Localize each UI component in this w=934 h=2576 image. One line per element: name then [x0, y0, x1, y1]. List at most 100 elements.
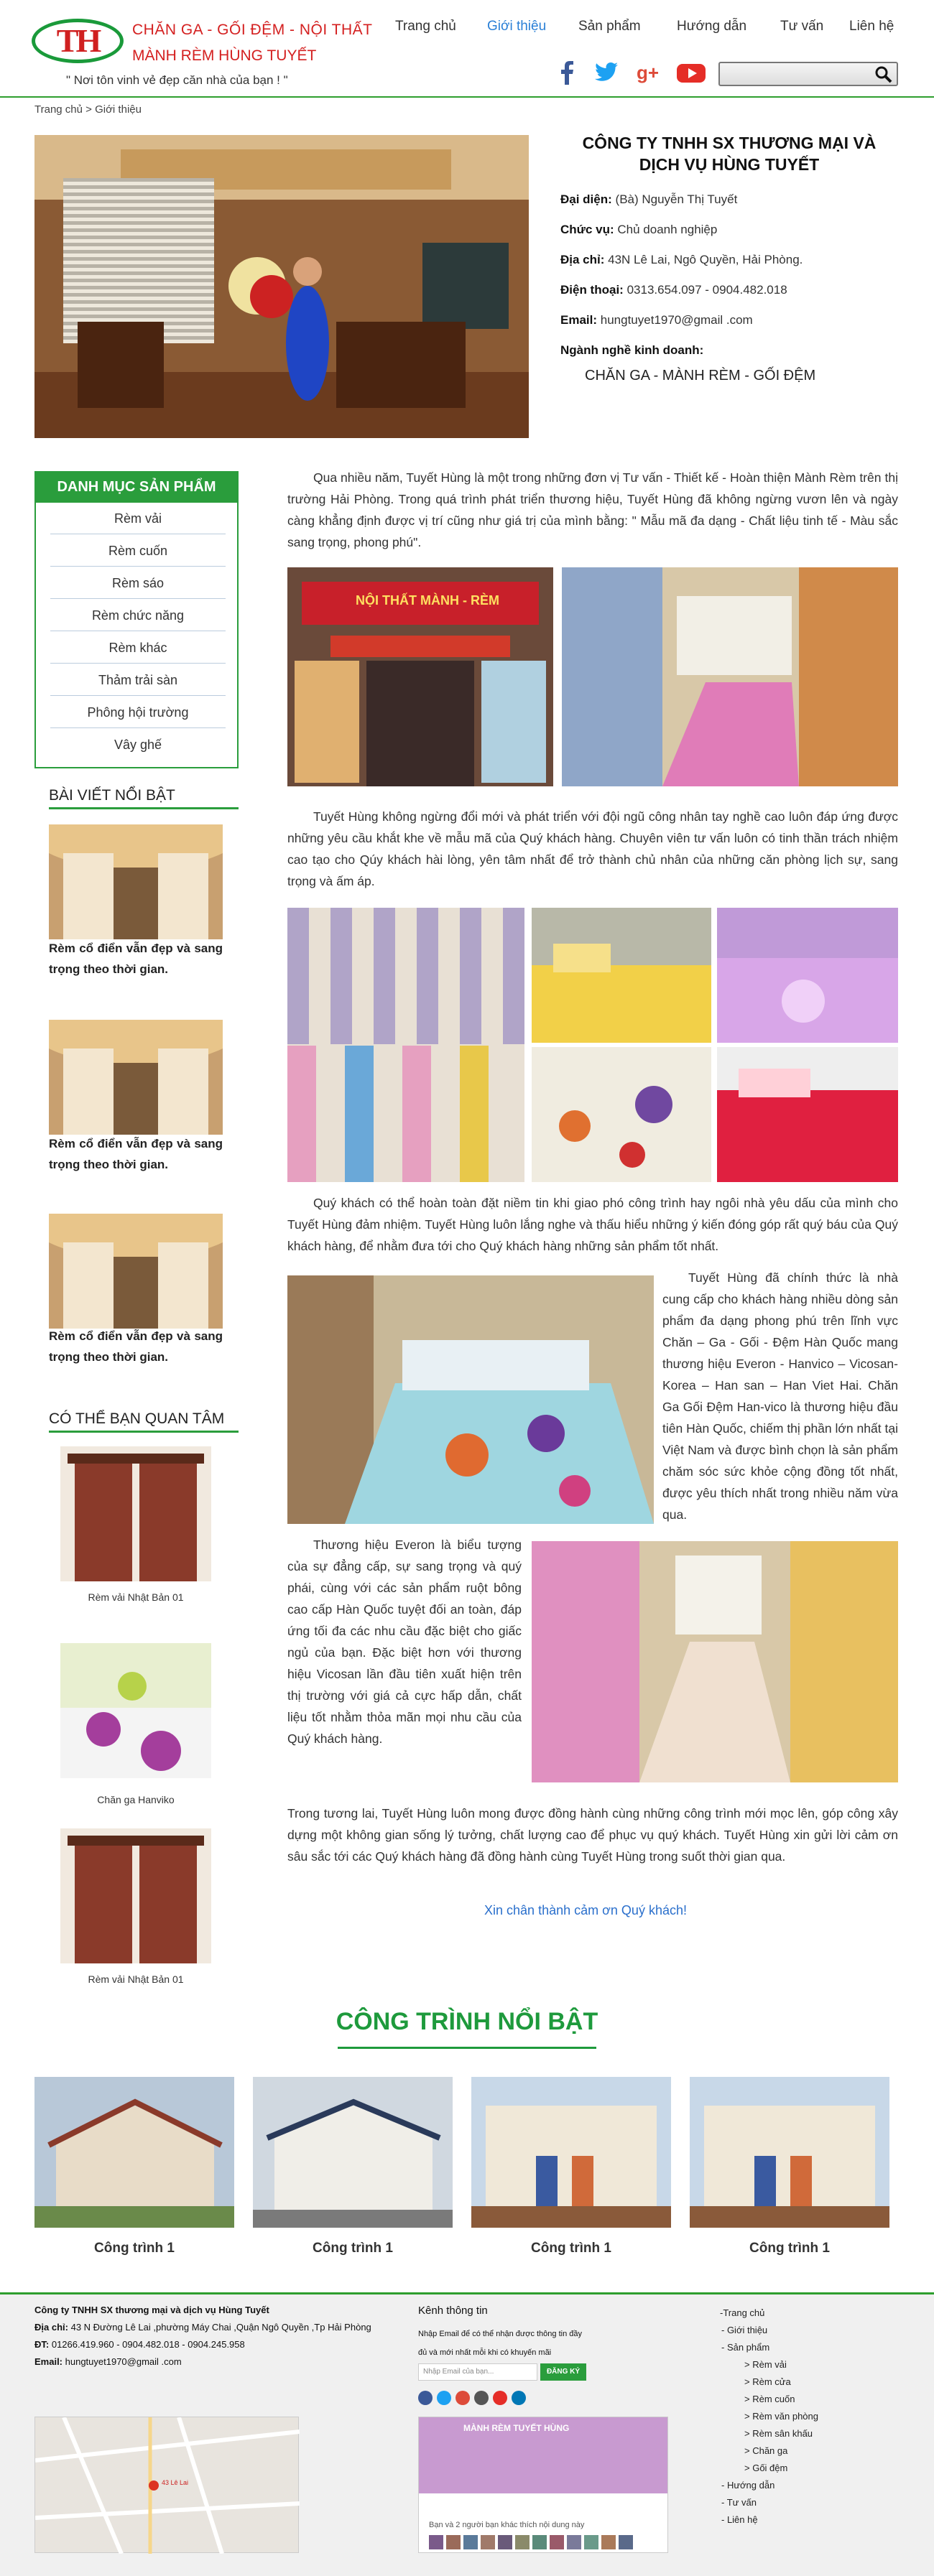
intro-paragraph: Qua nhiều năm, Tuyết Hùng là một trong n… [287, 470, 898, 549]
address-row: Địa chỉ: 43N Lê Lai, Ngô Quyền, Hải Phòn… [560, 253, 803, 267]
avatar[interactable] [498, 2535, 512, 2549]
featured-post-title[interactable]: Rèm cổ điển vẫn đẹp và sang trọng theo t… [49, 1133, 223, 1175]
twitter-icon[interactable] [437, 2391, 451, 2405]
project-title[interactable]: Công trình 1 [253, 2241, 453, 2256]
projects-title-underline [338, 2047, 596, 2049]
footer-sublink[interactable]: > Rèm cuốn [744, 2394, 795, 2404]
avatar[interactable] [481, 2535, 495, 2549]
breadcrumb-home[interactable]: Trang chủ [34, 103, 83, 116]
care-item-title[interactable]: Chăn ga Hanviko [60, 1792, 211, 1807]
avatar[interactable] [567, 2535, 581, 2549]
category-item[interactable]: Rèm cuốn [50, 535, 226, 567]
project-title[interactable]: Công trình 1 [34, 2241, 234, 2256]
nav-guide[interactable]: Hướng dẫn [677, 19, 746, 34]
email-value[interactable]: hungtuyet1970@gmail .com [601, 313, 753, 327]
category-item[interactable]: Phông hội trường [50, 697, 226, 728]
category-item[interactable]: Rèm chức năng [50, 600, 226, 631]
care-item-title[interactable]: Rèm vải Nhật Bản 01 [60, 1590, 211, 1604]
slogan: " Nơi tôn vinh vẻ đẹp căn nhà của bạn ! … [66, 73, 288, 87]
search-icon[interactable] [874, 65, 894, 84]
role-row: Chức vụ: Chủ doanh nghiệp [560, 223, 717, 237]
footer-address-label: Địa chỉ: [34, 2322, 68, 2333]
project-title[interactable]: Công trình 1 [471, 2241, 671, 2256]
category-item[interactable]: Rèm vải [50, 503, 226, 534]
channel-description: Nhập Email để có thể nhận được thông tin… [418, 2330, 582, 2357]
brands-paragraph: Tuyết Hùng đã chính thức là nhà cung cấp… [662, 1270, 898, 1522]
avatar[interactable] [550, 2535, 564, 2549]
facebook-icon[interactable] [555, 60, 581, 85]
facebook-page-name[interactable]: MÀNH RÈM TUYẾT HÙNG [463, 2423, 569, 2433]
footer-sublink[interactable]: > Rèm cửa [744, 2376, 791, 2387]
avatar[interactable] [584, 2535, 598, 2549]
company-info: CÔNG TY TNHH SX THƯƠNG MẠI VÀ DỊCH VỤ HÙ… [560, 132, 898, 383]
avatar[interactable] [429, 2535, 443, 2549]
store-aisle-photo [532, 1541, 898, 1782]
role-label: Chức vụ: [560, 223, 614, 236]
footer-link[interactable]: - Tư vấn [721, 2497, 757, 2508]
featured-post-image[interactable] [49, 1214, 223, 1329]
role-value: Chủ doanh nghiệp [617, 223, 718, 236]
site-header: TH CHĂN GA - GỐI ĐỆM - NỘI THẤT MÀNH RÈM… [0, 0, 934, 98]
twitter-icon[interactable] [593, 60, 619, 85]
care-item-image[interactable] [60, 1446, 211, 1581]
newsletter-placeholder: Nhập Email của bạn... [423, 2368, 494, 2376]
facebook-icon[interactable] [418, 2391, 433, 2405]
search-box[interactable] [718, 62, 898, 86]
featured-post-image[interactable] [49, 1020, 223, 1135]
category-item[interactable]: Thảm trải sàn [50, 664, 226, 696]
nav-about[interactable]: Giới thiệu [487, 19, 546, 34]
nav-consult[interactable]: Tư vấn [780, 19, 823, 34]
avatar[interactable] [619, 2535, 633, 2549]
care-item-image[interactable] [60, 1828, 211, 1963]
footer-link[interactable]: -Trang chủ [720, 2307, 764, 2318]
nav-contact[interactable]: Liên hệ [849, 19, 894, 34]
footer-map[interactable]: 43 Lê Lai [34, 2416, 300, 2555]
representative-row: Đại diện: (Bà) Nguyễn Thị Tuyết [560, 192, 737, 207]
footer-link[interactable]: - Sản phẩm [721, 2342, 769, 2353]
avatar[interactable] [463, 2535, 478, 2549]
category-item[interactable]: Rèm khác [50, 632, 226, 664]
nav-products[interactable]: Sản phẩm [578, 19, 641, 34]
care-item-image[interactable] [60, 1643, 211, 1778]
category-item[interactable]: Vây ghế [50, 729, 226, 761]
avatar[interactable] [532, 2535, 547, 2549]
project-title[interactable]: Công trình 1 [690, 2241, 889, 2256]
facebook-page-widget[interactable]: MÀNH RÈM TUYẾT HÙNG Bạn và 2 người bạn k… [418, 2417, 668, 2553]
youtube-icon[interactable] [493, 2391, 507, 2405]
featured-post-title[interactable]: Rèm cổ điển vẫn đẹp và sang trọng theo t… [49, 1326, 223, 1367]
youtube-icon[interactable] [675, 60, 707, 85]
project-image[interactable] [253, 2077, 453, 2228]
nav-home[interactable]: Trang chủ [395, 19, 456, 34]
footer-sublink[interactable]: > Rèm vải [744, 2359, 787, 2370]
newsletter-email-input[interactable]: Nhập Email của bạn... [418, 2363, 537, 2381]
project-image[interactable] [471, 2077, 671, 2228]
map-pin-label: 43 Lê Lai [162, 2479, 189, 2486]
project-image[interactable] [34, 2077, 234, 2228]
footer-link[interactable]: - Hướng dẫn [721, 2480, 775, 2491]
avatar[interactable] [515, 2535, 530, 2549]
breadcrumb-separator: > [85, 103, 92, 116]
featured-post-title[interactable]: Rèm cổ điển vẫn đẹp và sang trọng theo t… [49, 938, 223, 980]
footer-sublink[interactable]: > Rèm văn phòng [744, 2411, 818, 2422]
development-paragraph: Tuyết Hùng không ngừng đổi mới và phát t… [287, 809, 898, 888]
site-logo[interactable]: TH [32, 19, 124, 63]
avatar[interactable] [446, 2535, 461, 2549]
project-image[interactable] [690, 2077, 889, 2228]
footer-phone-label: ĐT: [34, 2339, 50, 2350]
footer-sublink[interactable]: > Gối đệm [744, 2463, 787, 2473]
shop-sign-text: NỘI THẤT MÀNH - RÈM [356, 593, 499, 608]
footer-email-value[interactable]: hungtuyet1970@gmail .com [65, 2356, 182, 2367]
google-plus-icon[interactable]: g+ [637, 60, 662, 85]
featured-post-image[interactable] [49, 824, 223, 939]
footer-link[interactable]: - Giới thiệu [721, 2325, 767, 2335]
category-item[interactable]: Rèm sáo [50, 567, 226, 599]
google-plus-icon[interactable] [456, 2391, 470, 2405]
care-item-title[interactable]: Rèm vải Nhật Bản 01 [60, 1972, 211, 1986]
footer-sublink[interactable]: > Rèm sân khấu [744, 2428, 813, 2439]
instagram-icon[interactable] [474, 2391, 489, 2405]
linkedin-icon[interactable] [512, 2391, 526, 2405]
footer-link[interactable]: - Liên hệ [721, 2514, 758, 2525]
subscribe-button[interactable]: ĐĂNG KÝ [540, 2363, 586, 2381]
footer-sublink[interactable]: > Chăn ga [744, 2445, 787, 2456]
avatar[interactable] [601, 2535, 616, 2549]
